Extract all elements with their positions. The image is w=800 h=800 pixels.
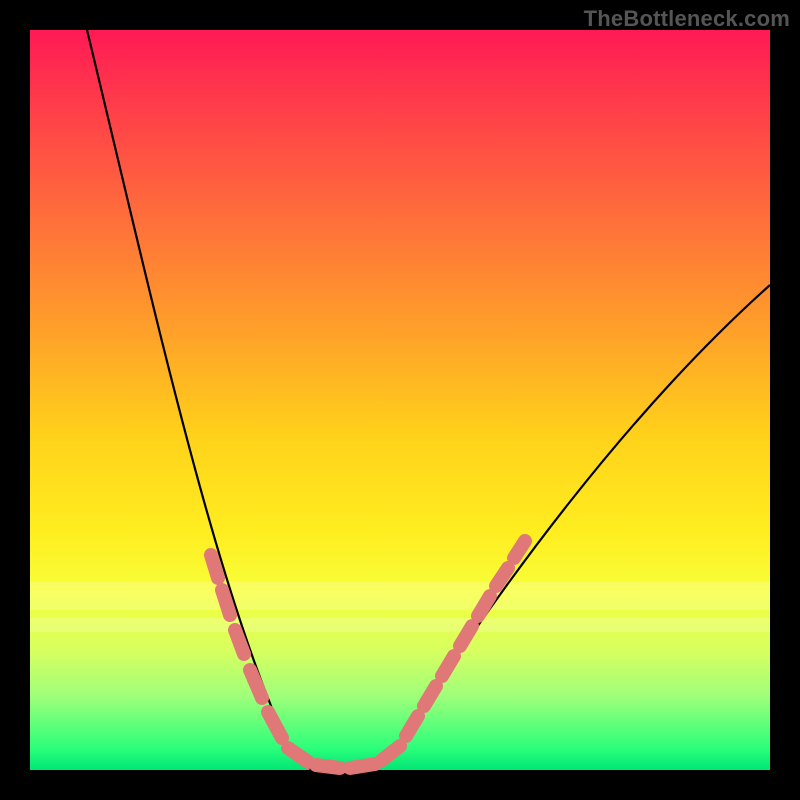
plot-area: [30, 30, 770, 770]
marker-segment: [288, 748, 308, 762]
marker-segment: [222, 590, 230, 615]
marker-segment: [316, 765, 340, 768]
marker-segment: [496, 568, 508, 586]
chart-frame: TheBottleneck.com: [0, 0, 800, 800]
marker-segment: [406, 716, 418, 736]
marker-segment: [268, 712, 282, 738]
marker-segment: [235, 630, 244, 654]
marker-segment: [424, 686, 436, 706]
light-band: [30, 582, 770, 610]
marker-segment: [514, 541, 525, 558]
marker-segment: [211, 555, 218, 578]
marker-segment: [382, 746, 400, 760]
light-band: [30, 618, 770, 632]
marker-segment: [250, 670, 262, 698]
watermark-text: TheBottleneck.com: [584, 6, 790, 32]
bottleneck-curve: [87, 30, 770, 776]
marker-segment: [442, 656, 454, 676]
marker-segment: [350, 764, 375, 768]
light-bands-group: [30, 582, 770, 632]
chart-svg: [30, 30, 770, 770]
marker-segments-group: [211, 541, 525, 768]
